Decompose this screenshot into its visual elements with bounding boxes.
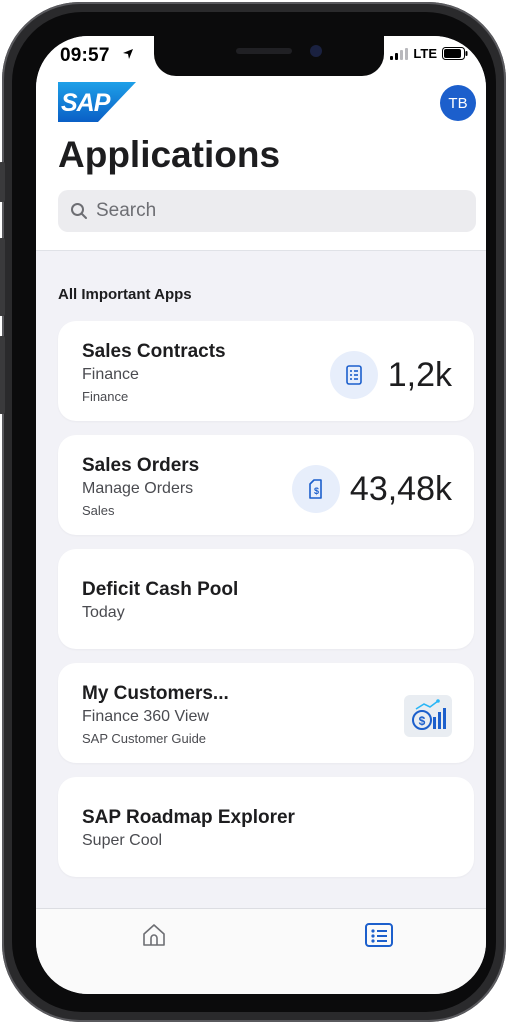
card-title: Sales Contracts [82,341,226,362]
card-caption: Finance [82,389,129,404]
dollar-chart-icon: $ [404,695,452,737]
list-icon [365,923,393,947]
card-kpi: $ 43,48k [291,465,452,513]
svg-text:$: $ [314,486,319,496]
tab-apps[interactable] [364,921,394,954]
mute-switch [0,162,5,202]
location-arrow-icon [123,49,133,59]
card-caption: SAP Customer Guide [82,731,207,746]
page-title: Applications [58,134,281,175]
status-time: 09:57 [60,45,110,66]
card-subtitle: Finance [82,366,139,383]
volume-down-button [0,336,5,414]
search-input[interactable] [94,199,458,223]
volume-up-button [0,238,5,316]
sap-logo: SAP [58,82,136,122]
tab-bar [36,908,486,994]
card-kpi: 1,2k [329,351,452,399]
header: 09:57 LTE SAP TB Applications Search [36,36,486,251]
card-subtitle: Super Cool [82,832,163,849]
card-title: Deficit Cash Pool [82,579,239,600]
app-card-sales-orders[interactable]: Sales Orders Manage Orders Sales $ 43,48… [58,435,474,535]
speaker [236,48,292,54]
card-subtitle: Today [82,604,125,621]
svg-text:SAP: SAP [61,89,111,117]
kpi-value: 1,2k [387,355,452,394]
search-bar[interactable] [58,190,476,232]
card-title: SAP Roadmap Explorer [82,807,295,828]
search-icon [71,203,87,219]
app-card-deficit-cash-pool[interactable]: Deficit Cash Pool Today [58,549,474,649]
tab-home[interactable] [140,921,168,954]
section-title: All Important Apps [58,286,192,303]
dollar-document-icon: $ [291,465,340,513]
notch [154,36,384,76]
signal-icon [390,47,409,60]
app-card-sales-contracts[interactable]: Sales Contracts Finance Finance 1,2k [58,321,474,421]
card-title: My Customers... [82,683,229,704]
home-icon [143,924,165,946]
app-card-my-customers[interactable]: My Customers... Finance 360 View SAP Cus… [58,663,474,763]
camera [310,45,322,57]
status-indicators: LTE [390,46,468,61]
card-caption: Sales [82,503,115,518]
network-type: LTE [413,46,437,61]
card-title: Sales Orders [82,455,200,476]
card-subtitle: Manage Orders [82,480,194,497]
checklist-icon [329,351,378,399]
app-card-sap-roadmap-explorer[interactable]: SAP Roadmap Explorer Super Cool [58,777,474,877]
battery-icon [442,47,468,60]
app-screen: 09:57 LTE SAP TB Applications Search All… [36,36,486,994]
card-subtitle: Finance 360 View [82,708,209,725]
avatar[interactable]: TB [440,85,476,121]
kpi-value: 43,48k [349,469,452,508]
svg-text:$: $ [419,714,426,728]
